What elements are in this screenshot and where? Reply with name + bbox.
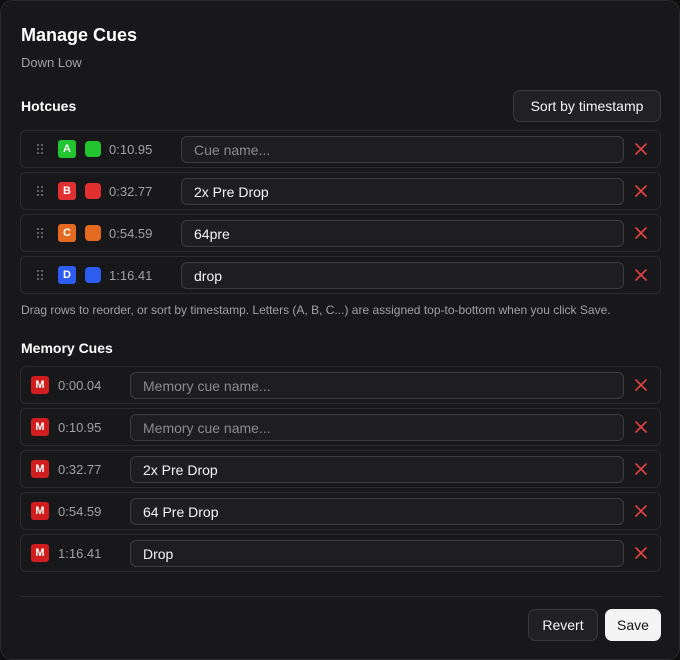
hotcue-timestamp: 0:10.95 xyxy=(109,142,153,157)
sort-by-timestamp-button[interactable]: Sort by timestamp xyxy=(513,90,661,122)
hotcue-row[interactable]: A 0:10.95 xyxy=(20,130,661,168)
hotcue-color-swatch[interactable] xyxy=(85,267,101,283)
memory-cue-row[interactable]: M 0:10.95 xyxy=(20,408,661,446)
memory-cues-heading: Memory Cues xyxy=(21,340,113,356)
memory-cue-row[interactable]: M 0:00.04 xyxy=(20,366,661,404)
memory-cue-timestamp: 0:00.04 xyxy=(58,378,102,393)
close-icon[interactable] xyxy=(634,268,648,282)
drag-handle-icon[interactable] xyxy=(37,144,45,156)
hotcue-name-input[interactable] xyxy=(181,262,624,289)
memory-cue-name-input[interactable] xyxy=(130,456,624,483)
hotcue-row[interactable]: C 0:54.59 xyxy=(20,214,661,252)
save-button[interactable]: Save xyxy=(605,609,661,641)
memory-cue-badge: M xyxy=(31,544,49,562)
hotcue-color-swatch[interactable] xyxy=(85,183,101,199)
hotcue-timestamp: 0:54.59 xyxy=(109,226,153,241)
close-icon[interactable] xyxy=(634,462,648,476)
close-icon[interactable] xyxy=(634,420,648,434)
hotcue-color-swatch[interactable] xyxy=(85,141,101,157)
memory-cue-timestamp: 0:54.59 xyxy=(58,504,102,519)
hotcues-heading: Hotcues xyxy=(21,98,77,114)
hotcue-name-input[interactable] xyxy=(181,220,624,247)
hotcue-letter-badge: C xyxy=(58,224,76,242)
hotcues-help-text: Drag rows to reorder, or sort by timesta… xyxy=(21,303,611,317)
hotcue-name-input[interactable] xyxy=(181,136,624,163)
hotcue-color-swatch[interactable] xyxy=(85,225,101,241)
memory-cue-timestamp: 0:32.77 xyxy=(58,462,102,477)
hotcue-letter-badge: D xyxy=(58,266,76,284)
memory-cue-name-input[interactable] xyxy=(130,372,624,399)
footer-divider xyxy=(20,596,661,597)
memory-cue-name-input[interactable] xyxy=(130,414,624,441)
close-icon[interactable] xyxy=(634,142,648,156)
memory-cue-name-input[interactable] xyxy=(130,498,624,525)
hotcue-letter-badge: A xyxy=(58,140,76,158)
memory-cue-row[interactable]: M 0:32.77 xyxy=(20,450,661,488)
hotcue-row[interactable]: B 0:32.77 xyxy=(20,172,661,210)
hotcue-timestamp: 1:16.41 xyxy=(109,268,153,283)
memory-cue-badge: M xyxy=(31,460,49,478)
memory-cue-name-input[interactable] xyxy=(130,540,624,567)
memory-cue-badge: M xyxy=(31,418,49,436)
hotcue-row[interactable]: D 1:16.41 xyxy=(20,256,661,294)
drag-handle-icon[interactable] xyxy=(37,270,45,282)
hotcue-letter-badge: B xyxy=(58,182,76,200)
hotcue-timestamp: 0:32.77 xyxy=(109,184,153,199)
close-icon[interactable] xyxy=(634,504,648,518)
drag-handle-icon[interactable] xyxy=(37,186,45,198)
memory-cue-badge: M xyxy=(31,502,49,520)
drag-handle-icon[interactable] xyxy=(37,228,45,240)
manage-cues-dialog: Manage Cues Down Low Hotcues Sort by tim… xyxy=(0,0,680,660)
memory-cue-row[interactable]: M 1:16.41 xyxy=(20,534,661,572)
dialog-title: Manage Cues xyxy=(21,25,138,45)
close-icon[interactable] xyxy=(634,226,648,240)
memory-cue-timestamp: 0:10.95 xyxy=(58,420,102,435)
memory-cue-row[interactable]: M 0:54.59 xyxy=(20,492,661,530)
close-icon[interactable] xyxy=(634,184,648,198)
hotcue-name-input[interactable] xyxy=(181,178,624,205)
revert-button[interactable]: Revert xyxy=(528,609,598,641)
close-icon[interactable] xyxy=(634,378,648,392)
memory-cue-badge: M xyxy=(31,376,49,394)
close-icon[interactable] xyxy=(634,546,648,560)
track-name: Down Low xyxy=(21,55,82,70)
memory-cue-timestamp: 1:16.41 xyxy=(58,546,102,561)
